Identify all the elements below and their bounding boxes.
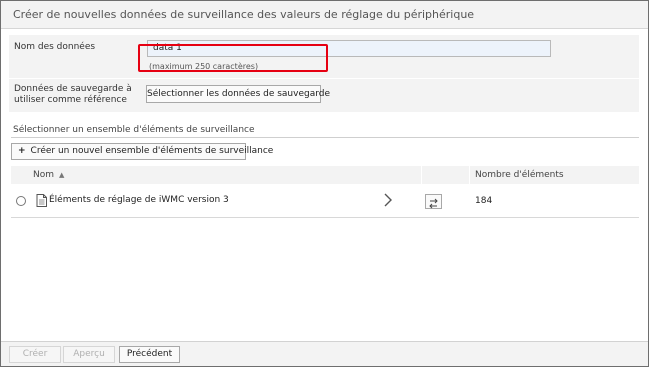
dialog-header: Créer de nouvelles données de surveillan… [1,1,648,29]
table-header: Nom ▲ Nombre d'éléments [11,166,639,184]
select-backup-highlight [138,44,328,72]
table-row[interactable]: Éléments de réglage de iWMC version 3 18… [11,184,639,218]
document-icon [36,194,47,207]
section-divider [11,137,639,138]
column-header-name[interactable]: Nom ▲ [33,170,64,180]
chevron-right-icon[interactable] [383,193,393,207]
create-monitoring-data-dialog: Créer de nouvelles données de surveillan… [0,0,649,367]
preview-button[interactable]: Aperçu [63,346,115,363]
sort-ascending-icon: ▲ [59,171,65,179]
monitoring-set-section-title: Sélectionner un ensemble d'éléments de s… [13,125,255,135]
dialog-footer: Créer Aperçu Précédent [1,341,648,366]
column-divider [469,166,470,184]
column-header-count[interactable]: Nombre d'éléments [475,170,564,180]
previous-button[interactable]: Précédent [119,346,180,363]
plus-icon: + [18,146,26,156]
create-monitoring-set-button[interactable]: + Créer un nouvel ensemble d'éléments de … [11,143,273,160]
backup-data-label-line1: Données de sauvegarde à [14,84,132,94]
backup-data-label-line2: utiliser comme référence [14,95,127,105]
select-backup-button[interactable]: Sélectionner les données de sauvegarde [146,85,330,103]
data-name-label: Nom des données [14,42,96,52]
create-button[interactable]: Créer [9,346,61,363]
dialog-title: Créer de nouvelles données de surveillan… [13,8,475,21]
row-radio-button[interactable] [16,196,26,206]
swap-icon [429,198,438,209]
row-count: 184 [475,196,493,206]
swap-button[interactable] [425,194,442,209]
column-divider [421,166,422,184]
create-monitoring-set-label: Créer un nouvel ensemble d'éléments de s… [30,146,274,156]
column-name-label: Nom [33,170,55,180]
row-name: Éléments de réglage de iWMC version 3 [49,195,229,205]
